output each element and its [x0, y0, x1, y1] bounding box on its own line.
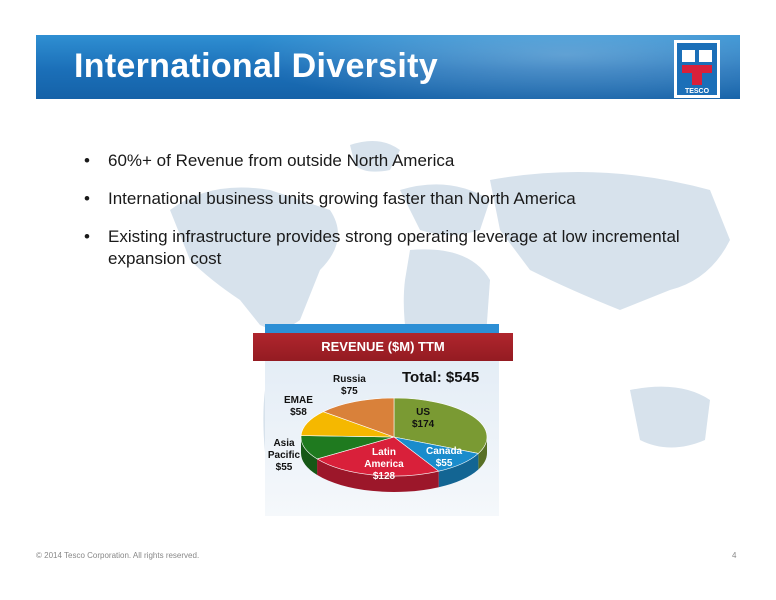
logo-text: TESCO [685, 88, 710, 95]
bullet-dot: • [84, 151, 90, 170]
slice-label-canada: Canada $55 [426, 446, 462, 470]
chart-top-accent [265, 324, 499, 333]
slice-label-name: Russia [333, 374, 366, 385]
slice-label-name: EMAE [284, 395, 313, 406]
bullet-dot: • [84, 227, 90, 246]
bullet-item: • 60%+ of Revenue from outside North Amer… [82, 150, 682, 172]
slice-label-value: $174 [412, 419, 435, 430]
bullet-item: • Existing infrastructure provides strong… [82, 226, 682, 270]
slice-label-latin-america: Latin America $128 [362, 447, 406, 483]
slice-label-russia: Russia $75 [333, 374, 366, 398]
bullet-list: • 60%+ of Revenue from outside North Amer… [82, 150, 682, 286]
bullet-text: Existing infrastructure provides strong … [108, 227, 680, 268]
slice-label-name: Asia Pacific [267, 438, 301, 461]
slice-label-us: US $174 [412, 407, 434, 431]
tesco-logo: TESCO [674, 40, 720, 98]
slice-label-value: $55 [435, 458, 453, 469]
slice-label-emae: EMAE $58 [284, 395, 313, 419]
slice-label-value: $128 [372, 471, 396, 482]
page-number: 4 [732, 551, 737, 560]
bullet-item: • International business units growing fa… [82, 188, 682, 210]
slide-title: International Diversity [74, 47, 438, 85]
slice-label-value: $55 [275, 462, 293, 473]
slice-label-value: $58 [290, 407, 307, 418]
slice-label-name: US [416, 407, 431, 418]
bullet-dot: • [84, 189, 90, 208]
footer-copyright: © 2014 Tesco Corporation. All rights res… [36, 551, 200, 560]
bullet-text: 60%+ of Revenue from outside North Ameri… [108, 151, 455, 170]
bullet-text: International business units growing fas… [108, 189, 576, 208]
slice-label-value: $75 [341, 386, 358, 397]
slice-label-asia-pacific: Asia Pacific $55 [266, 438, 302, 474]
chart-title: REVENUE ($M) TTM [253, 333, 513, 361]
title-banner: International Diversity [36, 35, 740, 99]
slice-label-name: Latin America [364, 447, 404, 470]
chart-total: Total: $545 [402, 369, 480, 386]
slice-label-name: Canada [426, 446, 463, 457]
